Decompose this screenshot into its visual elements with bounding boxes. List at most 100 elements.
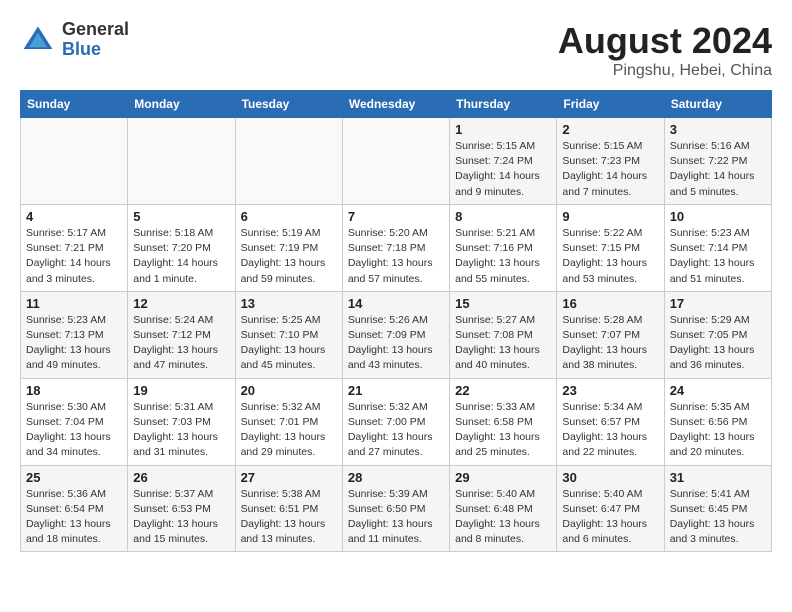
day-header-wednesday: Wednesday — [342, 91, 449, 118]
day-number: 20 — [241, 383, 337, 398]
day-info: Sunrise: 5:27 AM Sunset: 7:08 PM Dayligh… — [455, 313, 551, 374]
day-number: 17 — [670, 296, 766, 311]
day-cell: 6 Sunrise: 5:19 AM Sunset: 7:19 PM Daylig… — [235, 204, 342, 291]
day-number: 29 — [455, 470, 551, 485]
day-info: Sunrise: 5:40 AM Sunset: 6:47 PM Dayligh… — [562, 487, 658, 548]
day-info: Sunrise: 5:22 AM Sunset: 7:15 PM Dayligh… — [562, 226, 658, 287]
day-info: Sunrise: 5:37 AM Sunset: 6:53 PM Dayligh… — [133, 487, 229, 548]
day-number: 25 — [26, 470, 122, 485]
day-info: Sunrise: 5:29 AM Sunset: 7:05 PM Dayligh… — [670, 313, 766, 374]
day-info: Sunrise: 5:25 AM Sunset: 7:10 PM Dayligh… — [241, 313, 337, 374]
day-info: Sunrise: 5:23 AM Sunset: 7:14 PM Dayligh… — [670, 226, 766, 287]
day-cell: 14Sunrise: 5:26 AM Sunset: 7:09 PM Dayli… — [342, 291, 449, 378]
day-cell: 21 Sunrise: 5:32 AM Sunset: 7:00 PM Dayli… — [342, 378, 449, 465]
day-info: Sunrise: 5:36 AM Sunset: 6:54 PM Dayligh… — [26, 487, 122, 548]
day-info: Sunrise: 5:38 AM Sunset: 6:51 PM Dayligh… — [241, 487, 337, 548]
day-info: Sunrise: 5:40 AM Sunset: 6:48 PM Dayligh… — [455, 487, 551, 548]
week-row-4: 18 Sunrise: 5:30 AM Sunset: 7:04 PM Dayli… — [21, 378, 772, 465]
day-header-friday: Friday — [557, 91, 664, 118]
day-number: 18 — [26, 383, 122, 398]
day-info: Sunrise: 5:39 AM Sunset: 6:50 PM Dayligh… — [348, 487, 444, 548]
day-number: 5 — [133, 209, 229, 224]
day-number: 4 — [26, 209, 122, 224]
logo-icon — [20, 22, 56, 58]
day-number: 3 — [670, 122, 766, 137]
day-number: 10 — [670, 209, 766, 224]
title-block: August 2024 Pingshu, Hebei, China — [558, 20, 772, 80]
day-cell: 20Sunrise: 5:32 AM Sunset: 7:01 PM Dayli… — [235, 378, 342, 465]
day-cell: 16 Sunrise: 5:28 AM Sunset: 7:07 PM Dayli… — [557, 291, 664, 378]
page-header: General Blue August 2024 Pingshu, Hebei,… — [20, 20, 772, 80]
logo: General Blue — [20, 20, 129, 60]
day-info: Sunrise: 5:33 AM Sunset: 6:58 PM Dayligh… — [455, 400, 551, 461]
day-cell: 9 Sunrise: 5:22 AM Sunset: 7:15 PM Daylig… — [557, 204, 664, 291]
day-number: 7 — [348, 209, 444, 224]
day-cell: 23 Sunrise: 5:34 AM Sunset: 6:57 PM Dayli… — [557, 378, 664, 465]
day-info: Sunrise: 5:30 AM Sunset: 7:04 PM Dayligh… — [26, 400, 122, 461]
day-cell: 31 Sunrise: 5:41 AM Sunset: 6:45 PM Dayli… — [664, 465, 771, 552]
day-cell: 25 Sunrise: 5:36 AM Sunset: 6:54 PM Dayli… — [21, 465, 128, 552]
day-number: 22 — [455, 383, 551, 398]
day-cell: 7 Sunrise: 5:20 AM Sunset: 7:18 PM Daylig… — [342, 204, 449, 291]
day-info: Sunrise: 5:26 AM Sunset: 7:09 PM Dayligh… — [348, 313, 444, 374]
day-info: Sunrise: 5:31 AM Sunset: 7:03 PM Dayligh… — [133, 400, 229, 461]
day-cell: 22 Sunrise: 5:33 AM Sunset: 6:58 PM Dayli… — [450, 378, 557, 465]
day-cell: 26Sunrise: 5:37 AM Sunset: 6:53 PM Dayli… — [128, 465, 235, 552]
day-cell: 4 Sunrise: 5:17 AM Sunset: 7:21 PM Daylig… — [21, 204, 128, 291]
logo-line1: General — [62, 20, 129, 40]
day-number: 12 — [133, 296, 229, 311]
day-cell — [342, 118, 449, 205]
day-cell: 17 Sunrise: 5:29 AM Sunset: 7:05 PM Dayli… — [664, 291, 771, 378]
day-cell: 5 Sunrise: 5:18 AM Sunset: 7:20 PM Daylig… — [128, 204, 235, 291]
day-number: 2 — [562, 122, 658, 137]
day-number: 27 — [241, 470, 337, 485]
day-info: Sunrise: 5:17 AM Sunset: 7:21 PM Dayligh… — [26, 226, 122, 287]
day-cell: 24Sunrise: 5:35 AM Sunset: 6:56 PM Dayli… — [664, 378, 771, 465]
day-info: Sunrise: 5:20 AM Sunset: 7:18 PM Dayligh… — [348, 226, 444, 287]
calendar-title: August 2024 — [558, 20, 772, 62]
week-row-3: 11Sunrise: 5:23 AM Sunset: 7:13 PM Dayli… — [21, 291, 772, 378]
day-info: Sunrise: 5:28 AM Sunset: 7:07 PM Dayligh… — [562, 313, 658, 374]
day-info: Sunrise: 5:16 AM Sunset: 7:22 PM Dayligh… — [670, 139, 766, 200]
day-cell — [21, 118, 128, 205]
day-cell — [128, 118, 235, 205]
day-number: 15 — [455, 296, 551, 311]
day-header-monday: Monday — [128, 91, 235, 118]
logo-text: General Blue — [62, 20, 129, 60]
day-cell: 29 Sunrise: 5:40 AM Sunset: 6:48 PM Dayli… — [450, 465, 557, 552]
day-number: 9 — [562, 209, 658, 224]
day-cell: 11Sunrise: 5:23 AM Sunset: 7:13 PM Dayli… — [21, 291, 128, 378]
day-cell: 18 Sunrise: 5:30 AM Sunset: 7:04 PM Dayli… — [21, 378, 128, 465]
day-cell: 2 Sunrise: 5:15 AM Sunset: 7:23 PM Daylig… — [557, 118, 664, 205]
day-number: 23 — [562, 383, 658, 398]
day-cell: 27 Sunrise: 5:38 AM Sunset: 6:51 PM Dayli… — [235, 465, 342, 552]
day-number: 13 — [241, 296, 337, 311]
day-cell: 12 Sunrise: 5:24 AM Sunset: 7:12 PM Dayli… — [128, 291, 235, 378]
day-number: 30 — [562, 470, 658, 485]
day-header-saturday: Saturday — [664, 91, 771, 118]
day-info: Sunrise: 5:41 AM Sunset: 6:45 PM Dayligh… — [670, 487, 766, 548]
day-number: 6 — [241, 209, 337, 224]
day-info: Sunrise: 5:21 AM Sunset: 7:16 PM Dayligh… — [455, 226, 551, 287]
day-number: 31 — [670, 470, 766, 485]
day-number: 21 — [348, 383, 444, 398]
day-info: Sunrise: 5:34 AM Sunset: 6:57 PM Dayligh… — [562, 400, 658, 461]
day-cell: 19Sunrise: 5:31 AM Sunset: 7:03 PM Dayli… — [128, 378, 235, 465]
week-row-5: 25 Sunrise: 5:36 AM Sunset: 6:54 PM Dayli… — [21, 465, 772, 552]
day-info: Sunrise: 5:24 AM Sunset: 7:12 PM Dayligh… — [133, 313, 229, 374]
day-header-sunday: Sunday — [21, 91, 128, 118]
day-number: 28 — [348, 470, 444, 485]
day-cell: 1 Sunrise: 5:15 AM Sunset: 7:24 PM Daylig… — [450, 118, 557, 205]
day-cell: 8Sunrise: 5:21 AM Sunset: 7:16 PM Daylig… — [450, 204, 557, 291]
day-cell — [235, 118, 342, 205]
day-info: Sunrise: 5:32 AM Sunset: 7:00 PM Dayligh… — [348, 400, 444, 461]
day-header-tuesday: Tuesday — [235, 91, 342, 118]
day-info: Sunrise: 5:18 AM Sunset: 7:20 PM Dayligh… — [133, 226, 229, 287]
calendar-table: SundayMondayTuesdayWednesdayThursdayFrid… — [20, 90, 772, 552]
day-number: 1 — [455, 122, 551, 137]
day-number: 16 — [562, 296, 658, 311]
day-info: Sunrise: 5:15 AM Sunset: 7:24 PM Dayligh… — [455, 139, 551, 200]
day-cell: 13 Sunrise: 5:25 AM Sunset: 7:10 PM Dayli… — [235, 291, 342, 378]
day-info: Sunrise: 5:15 AM Sunset: 7:23 PM Dayligh… — [562, 139, 658, 200]
day-info: Sunrise: 5:19 AM Sunset: 7:19 PM Dayligh… — [241, 226, 337, 287]
